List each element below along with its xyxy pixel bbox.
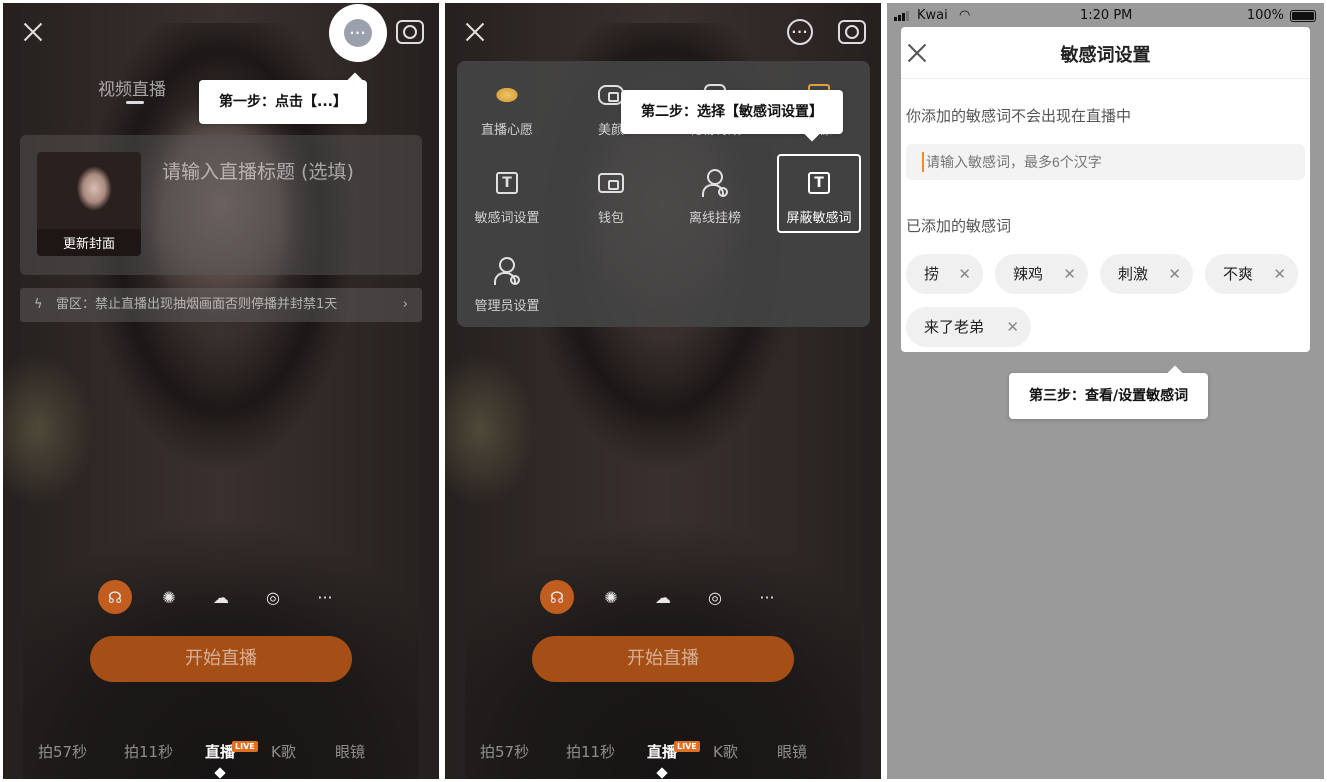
sensitive-word-input[interactable] bbox=[906, 144, 1305, 180]
live-badge: LIVE bbox=[674, 741, 700, 752]
step1-tooltip: 第一步：点击【...】 bbox=[199, 72, 367, 124]
remove-icon[interactable]: ✕ bbox=[1273, 254, 1286, 294]
share-row: ☊ ✺ ☁ ◎ ··· bbox=[98, 580, 348, 614]
mic-guest-icon[interactable]: ☊ bbox=[98, 580, 132, 614]
close-icon[interactable] bbox=[462, 19, 488, 45]
wechat-icon[interactable]: ☁ bbox=[204, 580, 238, 614]
more-icon[interactable]: ··· bbox=[787, 19, 813, 45]
sensitive-words-dialog: 敏感词设置 你添加的敏感词不会出现在直播中 已添加的敏感词 捞✕ 辣鸡✕ 刺激✕… bbox=[901, 27, 1310, 352]
wallet-icon bbox=[598, 173, 624, 193]
moments-icon[interactable]: ✺ bbox=[152, 580, 186, 614]
nav-item-ksong[interactable]: K歌 bbox=[713, 741, 738, 762]
word-chip: 捞 ✕ bbox=[906, 254, 983, 294]
step2-screen: ··· 直播心愿 美颜 礼物特效 镜像 T 敏感词设置 钱包 离线挂榜 bbox=[445, 3, 881, 779]
text-t-icon: T bbox=[496, 172, 518, 194]
status-bar: Kwai ◠ 1:20 PM 100% bbox=[887, 3, 1324, 29]
more-icon: ··· bbox=[344, 19, 372, 47]
status-time: 1:20 PM bbox=[1080, 8, 1133, 23]
carrier-name: Kwai bbox=[917, 8, 948, 23]
title-input[interactable]: 请输入直播标题 (选填) bbox=[162, 157, 354, 184]
nav-item-glasses[interactable]: 眼镜 bbox=[335, 741, 365, 762]
signal-icon bbox=[894, 11, 914, 21]
step3-screen: Kwai ◠ 1:20 PM 100% 敏感词设置 你添加的敏感词不会出现在直播… bbox=[887, 3, 1324, 779]
selection-highlight bbox=[777, 154, 861, 233]
battery-icon bbox=[1290, 10, 1316, 22]
nav-item-glasses[interactable]: 眼镜 bbox=[777, 741, 807, 762]
weibo-icon[interactable]: ◎ bbox=[256, 580, 290, 614]
more-share-icon[interactable]: ··· bbox=[750, 580, 784, 614]
weibo-icon[interactable]: ◎ bbox=[698, 580, 732, 614]
menu-item-wish[interactable]: 直播心愿 bbox=[465, 81, 549, 138]
nav-item-57s[interactable]: 拍57秒 bbox=[38, 741, 87, 762]
flip-camera-icon[interactable] bbox=[838, 20, 866, 44]
close-icon[interactable] bbox=[20, 19, 46, 45]
flip-camera-icon[interactable] bbox=[396, 20, 424, 44]
title-card: 更新封面 请输入直播标题 (选填) bbox=[20, 135, 422, 275]
remove-icon[interactable]: ✕ bbox=[1063, 254, 1076, 294]
tab-video-live[interactable]: 视频直播 bbox=[98, 80, 166, 100]
word-chip: 不爽 ✕ bbox=[1205, 254, 1298, 294]
battery-percent: 100% bbox=[1246, 8, 1284, 23]
lightning-icon: ϟ bbox=[34, 297, 43, 312]
menu-item-sensitive-words[interactable]: T 敏感词设置 bbox=[465, 169, 549, 226]
added-words-label: 已添加的敏感词 bbox=[906, 217, 1012, 235]
dialog-title: 敏感词设置 bbox=[1060, 45, 1151, 66]
wifi-icon: ◠ bbox=[959, 8, 971, 23]
nav-item-11s[interactable]: 拍11秒 bbox=[566, 741, 615, 762]
nav-item-live[interactable]: 直播 bbox=[647, 741, 677, 762]
cover-label: 更新封面 bbox=[37, 229, 141, 256]
menu-item-offline-rank[interactable]: 离线挂榜 bbox=[673, 169, 757, 226]
bottom-nav: 拍57秒 拍11秒 直播 LIVE K歌 眼镜 bbox=[3, 741, 439, 769]
start-live-button[interactable]: 开始直播 bbox=[90, 636, 352, 682]
word-chip: 辣鸡 ✕ bbox=[995, 254, 1088, 294]
cover-image[interactable]: 更新封面 bbox=[37, 152, 141, 256]
menu-item-wallet[interactable]: 钱包 bbox=[569, 169, 653, 226]
share-row: ☊ ✺ ☁ ◎ ··· bbox=[540, 580, 790, 614]
wechat-icon[interactable]: ☁ bbox=[646, 580, 680, 614]
step3-tooltip: 第三步：查看/设置敏感词 bbox=[1009, 365, 1209, 419]
wish-heart-icon bbox=[493, 82, 521, 108]
nav-item-live[interactable]: 直播 bbox=[205, 741, 235, 762]
nav-item-11s[interactable]: 拍11秒 bbox=[124, 741, 173, 762]
tab-underline bbox=[126, 101, 144, 104]
more-share-icon[interactable]: ··· bbox=[308, 580, 342, 614]
step1-screen: ··· 视频直播 第一步：点击【...】 更新封面 请输入直播标题 (选填) ϟ… bbox=[3, 3, 439, 779]
dialog-description: 你添加的敏感词不会出现在直播中 bbox=[906, 107, 1132, 125]
bottom-nav: 拍57秒 拍11秒 直播 LIVE K歌 眼镜 bbox=[445, 741, 881, 769]
mic-guest-icon[interactable]: ☊ bbox=[540, 580, 574, 614]
remove-icon[interactable]: ✕ bbox=[1006, 307, 1019, 347]
person-clock-icon bbox=[702, 169, 728, 197]
word-chip: 来了老弟 ✕ bbox=[906, 307, 1031, 347]
remove-icon[interactable]: ✕ bbox=[1168, 254, 1181, 294]
remove-icon[interactable]: ✕ bbox=[958, 254, 971, 294]
text-caret bbox=[922, 152, 924, 172]
notice-bar: ϟ 雷区：禁止直播出现抽烟画面否则停播并封禁1天 › bbox=[20, 288, 422, 322]
nav-item-57s[interactable]: 拍57秒 bbox=[480, 741, 529, 762]
menu-item-admin[interactable]: 管理员设置 bbox=[465, 257, 549, 314]
admin-person-icon bbox=[494, 257, 520, 285]
nav-item-ksong[interactable]: K歌 bbox=[271, 741, 296, 762]
word-chip: 刺激 ✕ bbox=[1100, 254, 1193, 294]
moments-icon[interactable]: ✺ bbox=[594, 580, 628, 614]
start-live-button[interactable]: 开始直播 bbox=[532, 636, 794, 682]
live-badge: LIVE bbox=[232, 741, 258, 752]
notice-text: 雷区：禁止直播出现抽烟画面否则停播并封禁1天 bbox=[56, 297, 338, 312]
chevron-right-icon[interactable]: › bbox=[403, 288, 408, 322]
more-button-highlight[interactable]: ··· bbox=[329, 4, 387, 62]
step2-tooltip: 第二步：选择【敏感词设置】 bbox=[621, 90, 843, 142]
